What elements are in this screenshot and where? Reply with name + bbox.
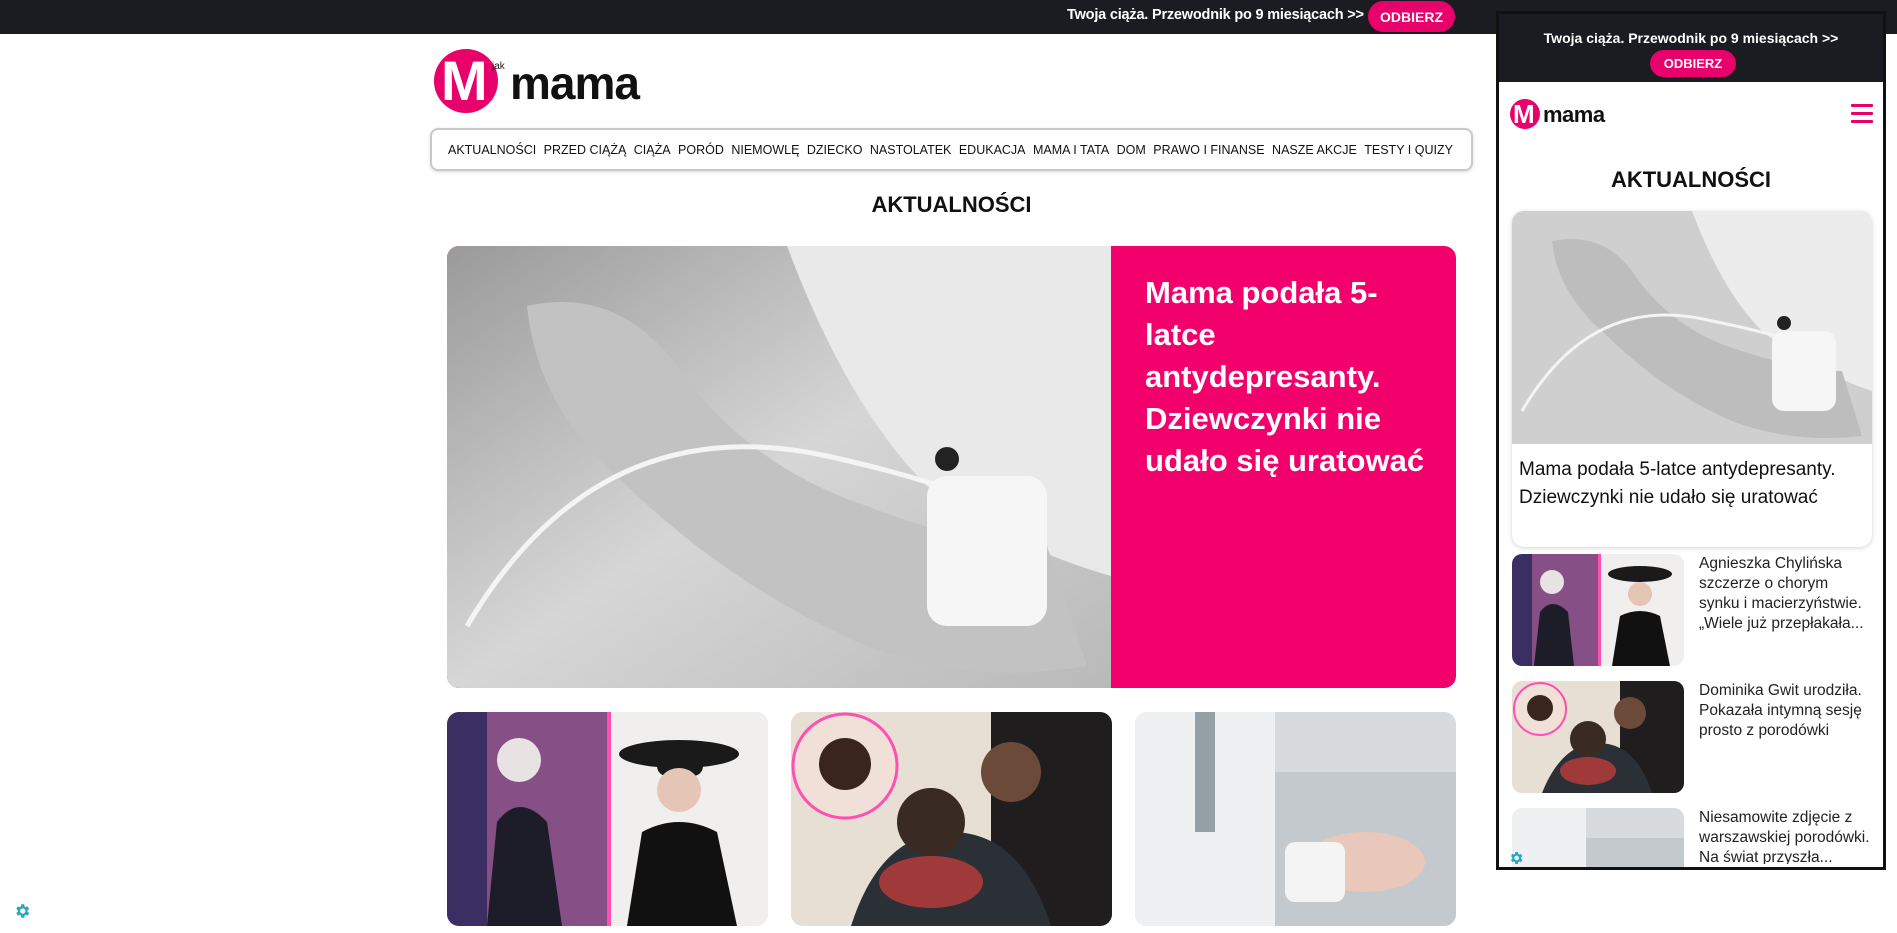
mobile-logo-word: mama [1543, 102, 1605, 127]
mobile-hero-title[interactable]: Mama podała 5-latce antydepresanty. Dzie… [1519, 456, 1869, 512]
promo-text[interactable]: Twoja ciąża. Przewodnik po 9 miesiącach … [1067, 7, 1364, 23]
nav-item-prawo-i-finanse[interactable]: PRAWO I FINANSE [1153, 143, 1264, 157]
logo-prefix: jak [492, 61, 505, 72]
mobile-item-title[interactable]: Dominika Gwit urodziła. Pokazała intymną… [1699, 681, 1871, 787]
nav-item-ciaza[interactable]: CIĄŻA [634, 143, 671, 157]
hero-image [447, 246, 1111, 688]
mobile-item-image [1512, 808, 1684, 867]
odbierz-button[interactable]: ODBIERZ [1368, 1, 1455, 32]
nav-item-porod[interactable]: PORÓD [678, 143, 724, 157]
mobile-item-title[interactable]: Niesamowite zdjęcie z warszawskiej porod… [1699, 808, 1871, 864]
article-card[interactable] [447, 712, 768, 926]
nav-item-testy-i-quizy[interactable]: TESTY I QUIZY [1364, 143, 1453, 157]
mobile-hero-card[interactable]: Mama podała 5-latce antydepresanty. Dzie… [1512, 211, 1872, 547]
section-title: AKTUALNOŚCI [871, 192, 1032, 217]
mobile-list-item[interactable]: Niesamowite zdjęcie z warszawskiej porod… [1512, 808, 1872, 867]
article-image [1135, 712, 1456, 926]
article-image [791, 712, 1112, 926]
mobile-preview: Twoja ciąża. Przewodnik po 9 miesiącach … [1496, 11, 1886, 870]
nav-item-mama-i-tata[interactable]: MAMA I TATA [1033, 143, 1109, 157]
nav-item-edukacja[interactable]: EDUKACJA [959, 143, 1026, 157]
article-card[interactable] [1135, 712, 1456, 926]
nav-item-niemowle[interactable]: NIEMOWLĘ [731, 143, 799, 157]
nav-item-nastolatek[interactable]: NASTOLATEK [870, 143, 952, 157]
mobile-logo[interactable]: M mama [1510, 99, 1620, 135]
hero-article[interactable]: Mama podała 5-latce antydepresanty. Dzie… [447, 246, 1456, 688]
nav-item-dom[interactable]: DOM [1117, 143, 1146, 157]
nav-item-nasze-akcje[interactable]: NASZE AKCJE [1272, 143, 1357, 157]
mobile-item-image [1512, 554, 1684, 666]
nav-item-aktualnosci[interactable]: AKTUALNOŚCI [448, 143, 536, 157]
gear-icon[interactable] [13, 902, 31, 920]
mobile-promo-bar: Twoja ciąża. Przewodnik po 9 miesiącach … [1499, 14, 1883, 82]
nav-item-dziecko[interactable]: DZIECKO [807, 143, 863, 157]
site-logo[interactable]: M jak mama [434, 49, 640, 115]
mobile-item-image [1512, 681, 1684, 793]
hamburger-menu-icon[interactable] [1851, 104, 1873, 124]
mobile-item-title[interactable]: Agnieszka Chylińska szczerze o chorym sy… [1699, 554, 1871, 660]
article-image [447, 712, 768, 926]
article-card[interactable] [791, 712, 1112, 926]
gear-icon[interactable] [1508, 850, 1524, 866]
mobile-odbierz-button[interactable]: ODBIERZ [1650, 50, 1736, 77]
mobile-hero-image [1512, 211, 1872, 444]
logo-word: mama [510, 57, 640, 109]
hero-title[interactable]: Mama podała 5-latce antydepresanty. Dzie… [1145, 272, 1435, 482]
nav-item-przed-ciaza[interactable]: PRZED CIĄŻĄ [544, 143, 627, 157]
mobile-logo-letter: M [1513, 99, 1535, 129]
mobile-promo-text[interactable]: Twoja ciąża. Przewodnik po 9 miesiącach … [1499, 30, 1883, 46]
mobile-list-item[interactable]: Agnieszka Chylińska szczerze o chorym sy… [1512, 554, 1872, 666]
logo-letter: M [441, 49, 488, 112]
main-nav: AKTUALNOŚCI PRZED CIĄŻĄ CIĄŻA PORÓD NIEM… [430, 128, 1473, 171]
mobile-section-title: AKTUALNOŚCI [1610, 167, 1772, 192]
mobile-list-item[interactable]: Dominika Gwit urodziła. Pokazała intymną… [1512, 681, 1872, 793]
